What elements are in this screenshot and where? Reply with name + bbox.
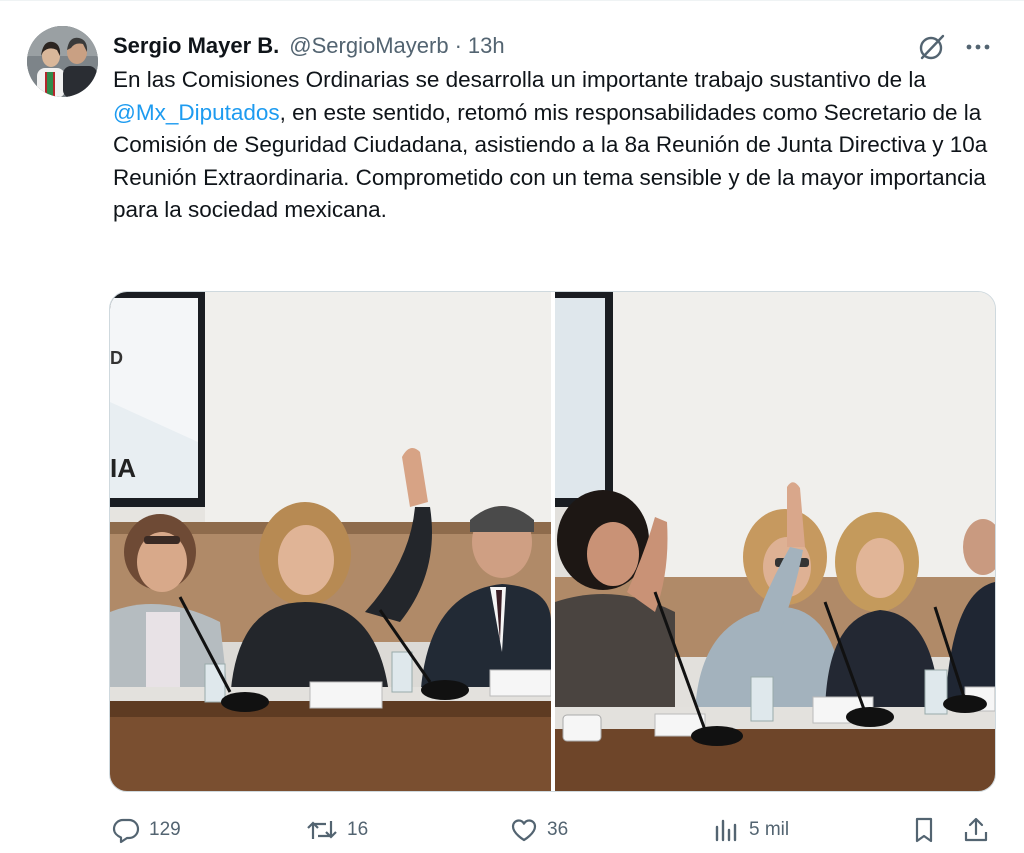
action-bar: 129 16 36 5 mil bbox=[109, 812, 994, 848]
views-button[interactable]: 5 mil bbox=[711, 812, 789, 848]
author-handle[interactable]: @SergioMayerb bbox=[289, 33, 448, 59]
grok-icon[interactable] bbox=[916, 31, 948, 63]
heart-icon bbox=[511, 819, 537, 842]
photo-right[interactable] bbox=[555, 292, 995, 791]
sign-letter-d: D bbox=[110, 348, 123, 368]
like-count: 36 bbox=[547, 819, 569, 840]
bookmark-icon bbox=[915, 817, 933, 843]
repost-button[interactable]: 16 bbox=[305, 812, 368, 848]
separator-dot: · bbox=[454, 33, 462, 58]
tweet-text-start: En las Comisiones Ordinarias se desarrol… bbox=[113, 67, 926, 92]
tweet-text: En las Comisiones Ordinarias se desarrol… bbox=[113, 64, 993, 227]
like-button[interactable]: 36 bbox=[509, 812, 568, 848]
author-name[interactable]: Sergio Mayer B. bbox=[113, 33, 279, 59]
reply-icon bbox=[112, 818, 140, 844]
sign-letters-ia: IA bbox=[110, 453, 136, 483]
repost-count: 16 bbox=[347, 819, 369, 840]
divider bbox=[0, 0, 1024, 1]
avatar-image bbox=[27, 26, 98, 97]
reply-count: 129 bbox=[149, 819, 181, 840]
tweet-header: Sergio Mayer B. @SergioMayerb · 13h bbox=[113, 30, 505, 62]
repost-icon bbox=[307, 821, 337, 839]
bookmark-button[interactable] bbox=[909, 812, 939, 848]
views-icon bbox=[715, 819, 737, 842]
tweet-media[interactable]: D IA bbox=[109, 291, 996, 792]
photo-left[interactable]: D IA bbox=[110, 292, 551, 791]
more-icon[interactable] bbox=[963, 36, 993, 58]
share-button[interactable] bbox=[961, 812, 991, 848]
reply-button[interactable]: 129 bbox=[111, 812, 181, 848]
mention-link[interactable]: @Mx_Diputados bbox=[113, 100, 280, 125]
avatar[interactable] bbox=[27, 26, 98, 97]
timestamp[interactable]: 13h bbox=[468, 33, 505, 59]
share-icon bbox=[964, 817, 988, 842]
view-count: 5 mil bbox=[749, 819, 790, 840]
